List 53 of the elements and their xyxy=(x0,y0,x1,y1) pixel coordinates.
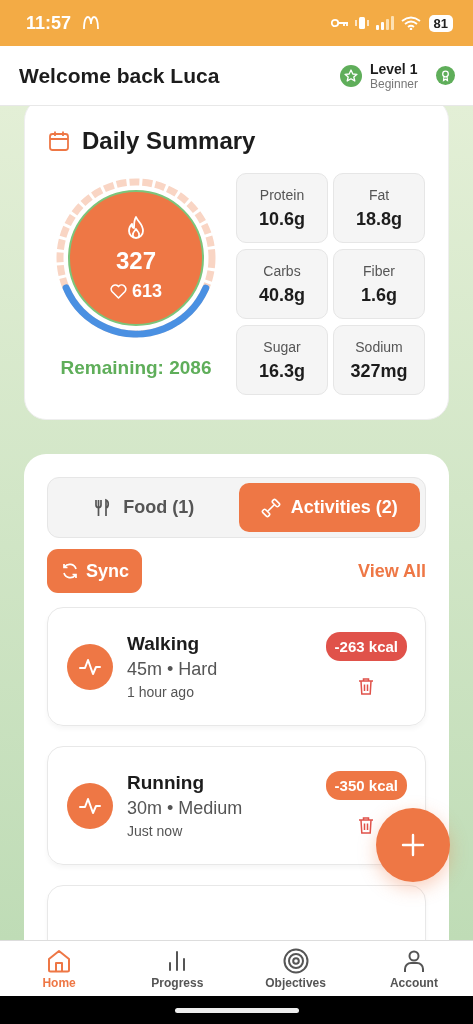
activity-name: Running xyxy=(127,772,206,794)
macro-label: Fiber xyxy=(363,262,395,279)
arches-icon xyxy=(83,16,100,30)
calendar-icon xyxy=(48,130,70,152)
dumbbell-icon xyxy=(260,497,281,518)
burned-count: 613 xyxy=(131,280,162,302)
wifi-icon xyxy=(400,16,421,30)
macro-label: Sodium xyxy=(355,338,403,355)
calorie-pill: -263 kcal xyxy=(325,632,407,661)
target-icon xyxy=(282,947,309,974)
activity-detail: 45m • Hard xyxy=(127,659,219,680)
activity-time: 1 hour ago xyxy=(127,684,195,700)
calorie-count: 327 xyxy=(115,246,156,275)
home-indicator[interactable] xyxy=(174,1007,299,1013)
trash-icon[interactable] xyxy=(358,677,375,695)
battery-indicator: 81 xyxy=(428,14,453,32)
calorie-pill: -350 kcal xyxy=(325,771,407,800)
trash-icon[interactable] xyxy=(358,816,375,834)
tab[interactable]: Food (1) xyxy=(53,483,235,532)
key-icon xyxy=(330,18,349,28)
macro-value: 18.8g xyxy=(356,208,402,230)
vibrate-icon xyxy=(354,16,369,30)
macro-label: Protein xyxy=(259,186,305,203)
heart-icon xyxy=(109,283,127,299)
macro-value: 40.8g xyxy=(259,284,305,306)
activity-time: Just now xyxy=(127,823,184,839)
home-icon xyxy=(46,947,73,974)
nav-item[interactable]: Account xyxy=(354,941,473,996)
nav-item[interactable]: Progress xyxy=(118,941,237,996)
activity-name: Walking xyxy=(127,633,201,655)
refresh-icon xyxy=(61,562,79,580)
welcome-title: Welcome back Luca xyxy=(19,63,221,88)
pulse-icon xyxy=(67,782,113,829)
macro-label: Fat xyxy=(368,186,390,203)
summary-title: Daily Summary xyxy=(82,127,256,155)
macro-label: Sugar xyxy=(263,338,301,355)
rank-label: Beginner xyxy=(369,76,418,91)
activity-card[interactable]: Walking 45m • Hard 1 hour ago -263 kcal xyxy=(47,607,426,726)
plus-icon xyxy=(401,833,425,857)
macro-value: 10.6g xyxy=(259,208,305,230)
activity-detail: 30m • Medium xyxy=(127,798,244,819)
nav-item[interactable]: Objectives xyxy=(236,941,355,996)
award-icon[interactable] xyxy=(436,66,455,85)
macro-label: Carbs xyxy=(263,262,301,279)
macro-value: 1.6g xyxy=(361,284,397,306)
status-time: 11:57 xyxy=(26,12,72,34)
pulse-icon xyxy=(67,643,113,690)
star-badge-icon xyxy=(339,64,362,87)
macro-value: 327mg xyxy=(350,360,408,382)
remaining-label: Remaining: 2086 xyxy=(60,357,212,379)
signal-icon xyxy=(374,16,395,30)
macro-value: 16.3g xyxy=(259,360,305,382)
level-label: Level 1 xyxy=(369,60,418,77)
